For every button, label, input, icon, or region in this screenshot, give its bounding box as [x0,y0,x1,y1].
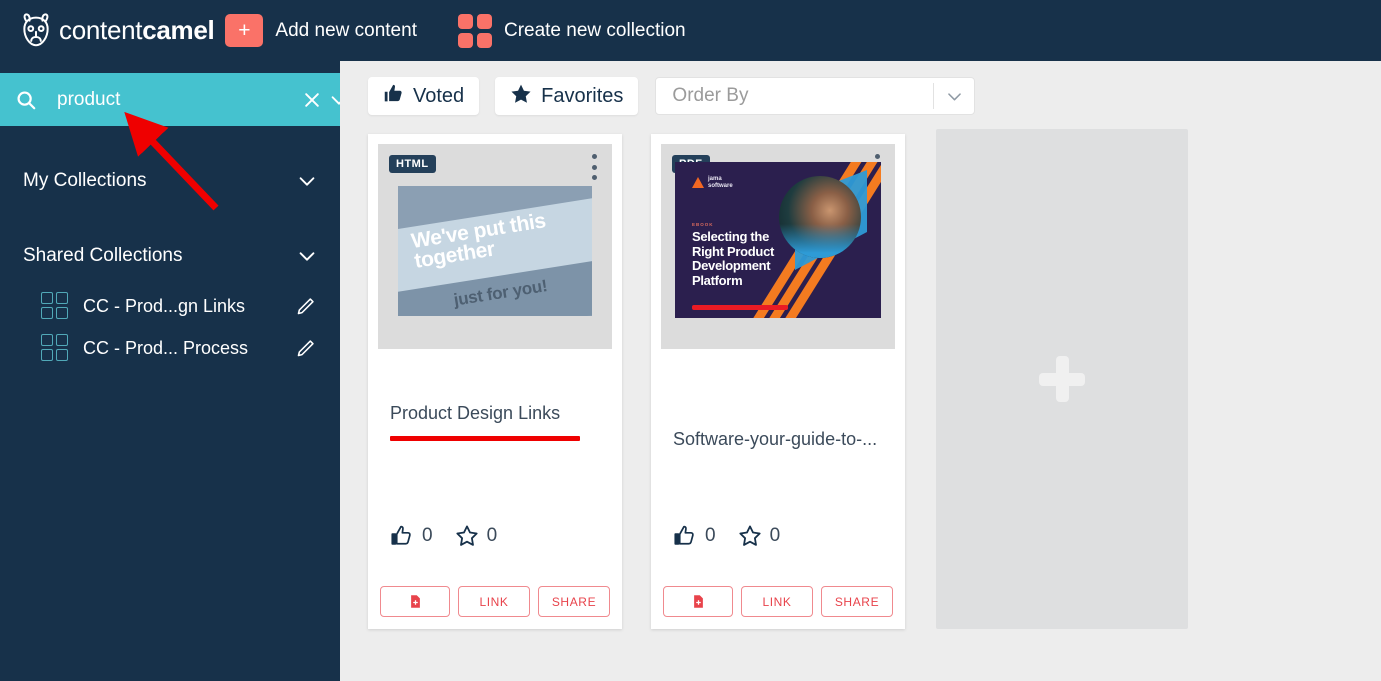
cover-title: Selecting the Right Product Development … [692,229,775,288]
star-icon[interactable] [738,524,762,548]
sidebar-item-collection-0[interactable]: CC - Prod...gn Links [0,287,340,325]
sidebar-item-collection-1[interactable]: CC - Prod... Process [0,329,340,367]
annotation-underline [390,436,580,441]
chevron-down-icon[interactable] [934,87,974,106]
favorite-count: 0 [769,525,781,546]
create-new-collection-button[interactable]: Create new collection [457,14,686,48]
card-thumbnail-area: PDF jamasoftware EBOOK Sele [661,144,895,349]
app-root: contentcamel + Add new content Create ne… [0,0,1381,681]
share-button[interactable]: SHARE [538,586,610,617]
card-stats: 0 0 [390,524,497,548]
camel-head-icon [17,11,55,51]
thumbs-up-icon[interactable] [390,524,414,548]
card-thumbnail-image: We've put this together just for you! [398,186,592,316]
cover-red-bar [692,305,788,310]
sidebar-item-label: CC - Prod... Process [83,337,249,358]
sidebar: My Collections Shared Collections CC - P… [0,61,347,681]
brand-name-bold: camel [142,15,215,45]
link-button[interactable]: LINK [741,586,813,617]
html-promo-art: We've put this together just for you! [398,186,592,316]
jama-software-logo: jama software [692,176,733,190]
favorites-filter-button[interactable]: Favorites [495,77,639,115]
order-by-placeholder: Order By [672,85,749,106]
star-icon [510,83,532,110]
voted-filter-button[interactable]: Voted [368,77,480,115]
add-content-placeholder-card[interactable] [936,129,1188,629]
link-button[interactable]: LINK [458,586,530,617]
add-new-content-label: Add new content [275,19,417,41]
plus-icon: + [225,14,264,47]
star-icon[interactable] [455,524,479,548]
voted-filter-label: Voted [413,84,465,107]
card-thumbnail-image: jama software EBOOK Selecting the Right P… [675,162,881,318]
pencil-icon[interactable] [295,338,316,359]
search-bar[interactable] [0,73,347,126]
sidebar-section-my-collections[interactable]: My Collections [0,166,340,196]
card-stats: 0 0 [673,524,780,548]
sidebar-section-label: My Collections [23,170,147,191]
card-type-badge: HTML [389,155,436,173]
pdf-cover-art: jama software EBOOK Selecting the Right P… [675,162,881,318]
content-card[interactable]: HTML We've put this together just for yo… [368,134,622,629]
chevron-down-icon[interactable] [296,245,318,267]
content-toolbar: Voted Favorites Order By [368,77,976,115]
close-icon[interactable] [302,90,322,110]
sidebar-item-label: CC - Prod...gn Links [83,295,246,316]
sidebar-section-shared-collections[interactable]: Shared Collections [0,241,340,271]
content-card[interactable]: PDF jamasoftware EBOOK Sele [651,134,905,629]
card-title: Product Design Links [390,403,561,423]
chevron-down-icon[interactable] [296,170,318,192]
top-bar: contentcamel + Add new content Create ne… [0,0,1381,61]
favorite-count: 0 [486,525,498,546]
add-new-content-button[interactable]: + Add new content [225,14,417,47]
search-icon [15,89,37,111]
main-content: Voted Favorites Order By HTML We've put … [340,61,1381,681]
brand-name: contentcamel [59,15,215,46]
grid-squares-icon [41,292,69,320]
sidebar-section-label: Shared Collections [23,245,183,266]
grid-squares-icon [457,14,492,48]
vote-count: 0 [422,525,433,546]
card-actions: LINK SHARE [663,586,893,617]
jama-triangle-icon [692,177,704,189]
jama-logo-line-2: software [708,182,733,189]
card-actions: LINK SHARE [380,586,610,617]
brand-logo[interactable]: contentcamel [17,11,215,51]
vote-count: 0 [705,525,716,546]
cover-eyebrow: EBOOK [692,222,714,227]
search-input[interactable] [57,88,302,111]
download-button[interactable] [663,586,733,617]
plus-icon [1039,356,1085,402]
order-by-select[interactable]: Order By [655,77,976,115]
favorites-filter-label: Favorites [541,84,624,107]
card-title: Software-your-guide-to-... [673,429,878,449]
pencil-icon[interactable] [295,296,316,317]
kebab-menu-icon[interactable] [586,154,602,180]
thumbs-up-icon [383,83,404,109]
card-thumbnail-area: HTML We've put this together just for yo… [378,144,612,349]
grid-squares-icon [41,334,69,362]
share-button[interactable]: SHARE [821,586,893,617]
jama-logo-line-1: jama [708,176,722,182]
create-new-collection-label: Create new collection [503,19,686,41]
thumbs-up-icon[interactable] [673,524,697,548]
brand-name-light: content [59,15,143,45]
download-button[interactable] [380,586,450,617]
